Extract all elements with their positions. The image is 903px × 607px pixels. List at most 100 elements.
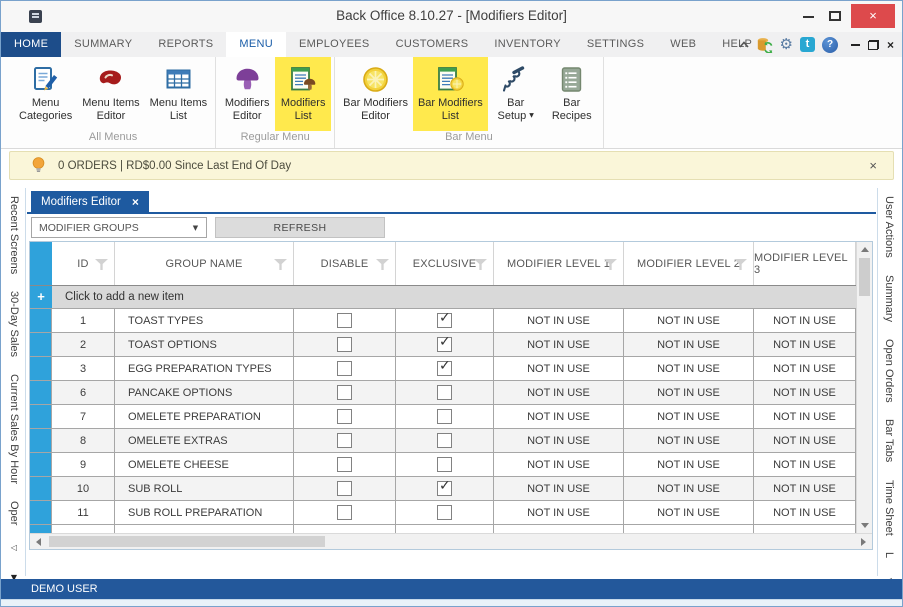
cell-modifier-level2[interactable]: NOT IN USE bbox=[624, 333, 754, 356]
horizontal-scrollbar[interactable] bbox=[30, 533, 872, 549]
cell-modifier-level3[interactable]: NOT IN USE bbox=[754, 309, 856, 332]
cell-group-name[interactable]: TOAST TYPES bbox=[115, 309, 294, 332]
cell-modifier-level2[interactable]: NOT IN USE bbox=[624, 309, 754, 332]
add-new-item-row[interactable]: Click to add a new item bbox=[30, 286, 856, 309]
column-header-modifier-level-1[interactable]: MODIFIER LEVEL 1 bbox=[494, 242, 624, 285]
menu-tab-summary[interactable]: SUMMARY bbox=[61, 32, 145, 57]
row-indicator-cell[interactable] bbox=[30, 501, 52, 524]
cell-modifier-level2[interactable]: NOT IN USE bbox=[624, 429, 754, 452]
column-header-exclusive[interactable]: EXCLUSIVE bbox=[396, 242, 494, 285]
panel-tab-user-actions[interactable]: User Actions bbox=[883, 196, 895, 258]
cell-modifier-level1[interactable]: NOT IN USE bbox=[494, 501, 624, 524]
scroll-left-icon[interactable] bbox=[36, 538, 41, 546]
ribbon-button-modifiers-editor[interactable]: ModifiersEditor bbox=[219, 57, 275, 131]
panel-tab-time-sheet[interactable]: Time Sheet bbox=[883, 480, 895, 536]
cell-group-name[interactable]: EGG PREPARATION TYPES bbox=[115, 357, 294, 380]
cell-id[interactable]: 1 bbox=[52, 309, 115, 332]
panel-tab-bar-tabs[interactable]: Bar Tabs bbox=[883, 419, 895, 462]
horizontal-scroll-thumb[interactable] bbox=[49, 536, 325, 547]
menu-tab-home[interactable]: HOME bbox=[1, 32, 61, 57]
column-header-modifier-level-2[interactable]: MODIFIER LEVEL 2 bbox=[624, 242, 754, 285]
exclusive-checkbox[interactable] bbox=[437, 361, 452, 376]
scroll-right-icon[interactable] bbox=[861, 538, 866, 546]
cell-modifier-level2[interactable]: NOT IN USE bbox=[624, 501, 754, 524]
twitter-icon[interactable] bbox=[800, 37, 815, 52]
cell-modifier-level1[interactable]: NOT IN USE bbox=[494, 405, 624, 428]
chevron-down-icon[interactable] bbox=[185, 218, 206, 237]
cell-modifier-level1[interactable]: NOT IN USE bbox=[494, 453, 624, 476]
disable-checkbox[interactable] bbox=[337, 409, 352, 424]
cell-group-name[interactable]: PANCAKE OPTIONS bbox=[115, 381, 294, 404]
disable-checkbox[interactable] bbox=[337, 505, 352, 520]
notification-close-icon[interactable] bbox=[869, 158, 877, 173]
panel-tab-current-sales-by-hour[interactable]: Current Sales By Hour bbox=[8, 374, 20, 484]
row-indicator-cell[interactable] bbox=[30, 357, 52, 380]
cell-group-name[interactable]: TOAST OPTIONS bbox=[115, 333, 294, 356]
cell-modifier-level3[interactable]: NOT IN USE bbox=[754, 381, 856, 404]
panel-tab-summary[interactable]: Summary bbox=[883, 275, 895, 322]
exclusive-checkbox[interactable] bbox=[437, 337, 452, 352]
cell-modifier-level3[interactable]: NOT IN USE bbox=[754, 333, 856, 356]
mdi-restore-icon[interactable] bbox=[868, 40, 879, 50]
cell-modifier-level1[interactable]: NOT IN USE bbox=[494, 381, 624, 404]
cell-modifier-level3[interactable]: NOT IN USE bbox=[754, 453, 856, 476]
column-header-id[interactable]: ID bbox=[52, 242, 115, 285]
modifier-groups-dropdown[interactable]: MODIFIER GROUPS bbox=[31, 217, 207, 238]
tab-close-icon[interactable] bbox=[132, 196, 139, 208]
scroll-up-icon[interactable] bbox=[861, 247, 869, 252]
cell-group-name[interactable]: OMELETE EXTRAS bbox=[115, 429, 294, 452]
cell-modifier-level2[interactable]: NOT IN USE bbox=[624, 405, 754, 428]
menu-tab-customers[interactable]: CUSTOMERS bbox=[383, 32, 482, 57]
cell-modifier-level3[interactable]: NOT IN USE bbox=[754, 357, 856, 380]
cell-id[interactable]: 2 bbox=[52, 333, 115, 356]
cell-modifier-level1[interactable]: NOT IN USE bbox=[494, 333, 624, 356]
panel-tab-l[interactable]: L bbox=[883, 552, 895, 558]
menu-tab-menu[interactable]: MENU bbox=[226, 32, 286, 57]
menu-tab-employees[interactable]: EMPLOYEES bbox=[286, 32, 383, 57]
ribbon-button-bar-modifiers-editor[interactable]: Bar ModifiersEditor bbox=[338, 57, 413, 131]
cell-modifier-level1[interactable]: NOT IN USE bbox=[494, 309, 624, 332]
exclusive-checkbox[interactable] bbox=[437, 433, 452, 448]
tab-modifiers-editor[interactable]: Modifiers Editor bbox=[31, 191, 149, 212]
row-indicator-cell[interactable] bbox=[30, 429, 52, 452]
cell-modifier-level3[interactable]: NOT IN USE bbox=[754, 405, 856, 428]
mdi-minimize-icon[interactable] bbox=[851, 44, 860, 46]
row-indicator-cell[interactable] bbox=[30, 477, 52, 500]
cell-modifier-level1[interactable]: NOT IN USE bbox=[494, 429, 624, 452]
cell-modifier-level2[interactable]: NOT IN USE bbox=[624, 477, 754, 500]
column-header-modifier-level-3[interactable]: MODIFIER LEVEL 3 bbox=[754, 242, 856, 285]
row-indicator-cell[interactable] bbox=[30, 309, 52, 332]
scroll-down-icon[interactable] bbox=[861, 523, 869, 528]
vertical-scrollbar[interactable] bbox=[856, 242, 872, 533]
cell-modifier-level3[interactable]: NOT IN USE bbox=[754, 477, 856, 500]
ribbon-button-modifiers-list[interactable]: ModifiersList bbox=[275, 57, 331, 131]
cell-group-name[interactable]: SUB ROLL bbox=[115, 477, 294, 500]
filter-icon[interactable] bbox=[376, 259, 389, 270]
cell-id[interactable]: 7 bbox=[52, 405, 115, 428]
cell-modifier-level3[interactable]: NOT IN USE bbox=[754, 429, 856, 452]
exclusive-checkbox[interactable] bbox=[437, 409, 452, 424]
cell-group-name[interactable]: OMELETE CHEESE bbox=[115, 453, 294, 476]
help-icon[interactable] bbox=[822, 37, 838, 53]
cell-id[interactable]: 9 bbox=[52, 453, 115, 476]
exclusive-checkbox[interactable] bbox=[437, 385, 452, 400]
panel-tab-open-orders[interactable]: Open Orders bbox=[883, 339, 895, 403]
disable-checkbox[interactable] bbox=[337, 361, 352, 376]
ribbon-button-bar-recipes[interactable]: BarRecipes bbox=[544, 57, 600, 131]
disable-checkbox[interactable] bbox=[337, 385, 352, 400]
minimize-button[interactable] bbox=[803, 16, 814, 18]
ribbon-button-menu-items-editor[interactable]: Menu ItemsEditor bbox=[77, 57, 144, 131]
row-indicator-cell[interactable] bbox=[30, 453, 52, 476]
cell-id[interactable]: 6 bbox=[52, 381, 115, 404]
filter-icon[interactable] bbox=[95, 259, 108, 270]
collapse-ribbon-icon[interactable] bbox=[739, 41, 749, 48]
rail-collapse-icon[interactable] bbox=[11, 543, 17, 552]
row-indicator-cell[interactable] bbox=[30, 405, 52, 428]
menu-tab-reports[interactable]: REPORTS bbox=[145, 32, 226, 57]
column-header-group-name[interactable]: GROUP NAME bbox=[115, 242, 294, 285]
ribbon-button-bar-modifiers-list[interactable]: Bar ModifiersList bbox=[413, 57, 488, 131]
ribbon-button-bar-setup[interactable]: BarSetup bbox=[488, 57, 544, 131]
cell-modifier-level3[interactable]: NOT IN USE bbox=[754, 501, 856, 524]
cell-id[interactable]: 8 bbox=[52, 429, 115, 452]
row-indicator-cell[interactable] bbox=[30, 333, 52, 356]
